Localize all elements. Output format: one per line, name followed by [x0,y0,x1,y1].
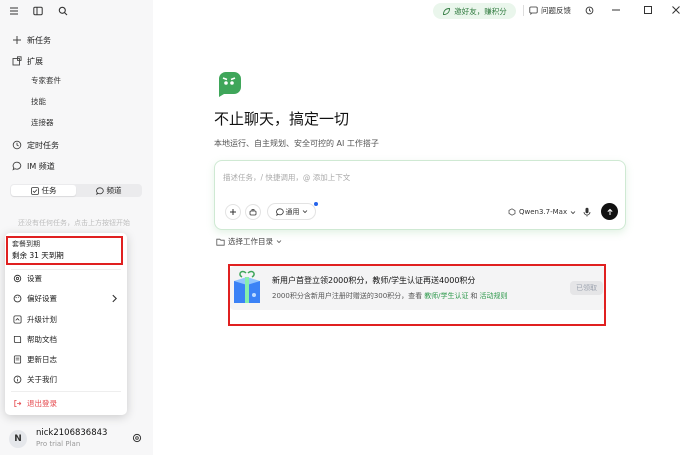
avatar[interactable]: N [9,430,27,448]
upgrade-icon [13,314,22,324]
menu-about-label: 关于我们 [27,374,57,384]
menu-upgrade-plan[interactable]: 升级计划 [13,313,57,325]
plus-icon [12,35,22,45]
workspace-label: 选择工作目录 [228,237,273,246]
workspace-selector[interactable]: 选择工作目录 [216,236,282,247]
new-task-label: 新任务 [27,35,51,45]
menu-changelog-label: 更新日志 [27,354,57,364]
close-icon[interactable] [670,4,682,16]
annotation-highlight-plan [6,236,123,265]
tools-button[interactable] [245,204,261,220]
gear-icon [13,274,22,283]
send-button[interactable] [601,203,618,220]
extensions-label: 扩展 [27,56,43,66]
menu-upgrade-label: 升级计划 [27,314,57,324]
chevron-down-icon [570,210,576,215]
feedback-button[interactable]: 问题反馈 [529,5,571,16]
new-task-button[interactable]: 新任务 [12,33,51,47]
chat-icon [95,186,104,195]
scheduled-tasks-item[interactable]: 定时任务 [12,138,59,152]
menu-divider [11,391,121,392]
menu-divider [11,269,121,270]
user-name: nick2106836843 [36,428,108,438]
chevron-down-icon [302,209,308,214]
menu-logout-label: 退出登录 [27,398,57,408]
tab-channels-label: 频道 [106,186,122,195]
tab-tasks-label: 任务 [41,186,57,195]
task-channel-switcher: 任务 频道 [10,184,142,197]
chat-icon [275,207,284,216]
menu-changelog[interactable]: 更新日志 [13,353,57,365]
menu-settings[interactable]: 设置 [13,272,42,284]
menu-logout[interactable]: 退出登录 [13,397,57,409]
plus-icon [229,208,237,216]
invite-friends-button[interactable]: 邀好友，赚积分 [433,3,516,19]
sidebar-item-skills[interactable]: 技能 [31,96,46,108]
document-icon [13,354,22,364]
notification-dot [314,202,318,206]
task-input[interactable]: 描述任务，/ 快捷调用，@ 添加上下文 [223,172,350,183]
maximize-icon[interactable] [642,4,654,16]
model-label: Qwen3.7-Max [519,208,568,216]
annotation-highlight-promo [228,264,606,326]
info-icon [13,375,22,384]
history-icon[interactable] [583,4,595,16]
microphone-icon[interactable] [582,206,592,218]
sidebar-item-connectors[interactable]: 连接器 [31,117,54,129]
minimize-icon[interactable] [610,4,622,16]
user-plan: Pro trial Plan [36,440,81,448]
search-icon[interactable] [56,4,70,18]
extensions-item[interactable]: 扩展 [12,54,43,68]
sidebar-item-expert-kits[interactable]: 专家套件 [31,75,61,87]
menu-help-docs[interactable]: 帮助文档 [13,333,57,345]
page-subtitle: 本地运行、自主规划、安全可控的 AI 工作搭子 [214,139,379,148]
checkbox-icon [30,186,39,195]
scheduled-tasks-label: 定时任务 [27,140,59,150]
tab-tasks[interactable]: 任务 [11,185,76,196]
menu-preferences[interactable]: 偏好设置 [13,292,119,304]
mode-label: 通用 [285,207,300,216]
folder-icon [216,238,225,246]
tab-channels[interactable]: 频道 [76,185,141,196]
chevron-down-icon [276,239,282,244]
invite-label: 邀好友，赚积分 [454,6,507,16]
clock-icon [12,140,22,150]
page-title: 不止聊天，搞定一切 [214,110,350,128]
model-selector[interactable]: Qwen3.7-Max [508,208,576,216]
empty-task-hint: 还没有任何任务，点击上方按钮开始 [18,219,130,227]
menu-settings-label: 设置 [27,273,42,283]
chat-bubble-icon [12,161,22,171]
task-composer: 描述任务，/ 快捷调用，@ 添加上下文 通用 Qwen3.7-Max [214,160,626,230]
palette-icon [13,294,22,303]
model-icon [508,208,516,216]
leaf-icon [442,7,451,16]
sidebar-toggle-icon[interactable] [31,4,45,18]
menu-preferences-label: 偏好设置 [27,293,57,303]
app-mascot-logo [215,70,243,98]
im-channel-item[interactable]: IM 频道 [12,159,55,173]
logout-icon [13,399,22,408]
im-channel-label: IM 频道 [27,161,55,171]
tools-icon [249,208,257,216]
menu-help-label: 帮助文档 [27,334,57,344]
book-icon [13,335,22,344]
add-attachment-button[interactable] [225,204,241,220]
settings-gear-icon[interactable] [131,432,143,444]
mode-selector[interactable]: 通用 [267,203,316,220]
puzzle-icon [12,56,22,66]
menu-about[interactable]: 关于我们 [13,373,57,385]
feedback-icon [529,6,538,15]
chevron-right-icon [110,294,119,303]
app-menu-icon[interactable] [7,4,21,18]
arrow-up-icon [606,208,614,216]
titlebar-divider [523,5,524,16]
feedback-label: 问题反馈 [541,6,571,15]
